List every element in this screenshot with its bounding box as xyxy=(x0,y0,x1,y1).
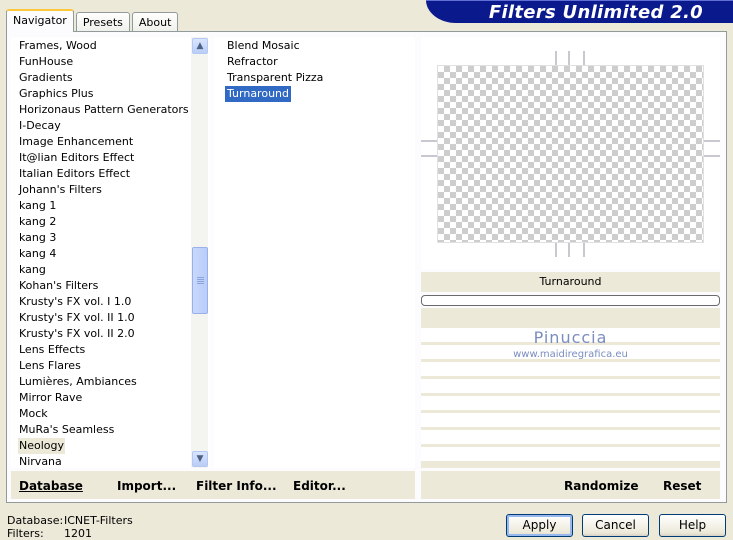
parameter-area: Pinuccia www.maidiregrafica.eu xyxy=(421,308,720,468)
parameter-slot[interactable] xyxy=(421,379,720,393)
category-item[interactable]: Frames, Wood xyxy=(18,38,98,54)
filter-item[interactable]: Transparent Pizza xyxy=(225,70,325,86)
database-button[interactable]: Database xyxy=(19,479,83,493)
category-item[interactable]: kang xyxy=(18,262,47,278)
scroll-up-button[interactable]: ▲ xyxy=(192,38,208,54)
watermark-site: www.maidiregrafica.eu xyxy=(513,349,628,360)
category-item[interactable]: Lens Flares xyxy=(18,358,82,374)
category-item[interactable]: Horizonaus Pattern Generators xyxy=(18,102,190,118)
crop-marker-bottom xyxy=(555,243,557,257)
import-button[interactable]: Import... xyxy=(117,479,176,493)
database-info: Database:ICNET-Filters xyxy=(7,514,133,527)
title-banner: Filters Unlimited 2.0 xyxy=(426,0,733,23)
navigator-action-bar: Database Import... Filter Info... Editor… xyxy=(11,471,415,499)
category-item[interactable]: Johann's Filters xyxy=(18,182,103,198)
crop-marker-top xyxy=(583,51,585,65)
category-item[interactable]: Nirvana xyxy=(18,454,63,468)
reset-button[interactable]: Reset xyxy=(663,479,701,493)
app-title: Filters Unlimited 2.0 xyxy=(488,2,703,23)
crop-marker-left xyxy=(421,155,437,157)
crop-marker-top xyxy=(568,51,570,65)
category-scrollbar[interactable]: ▲ ▼ xyxy=(191,37,208,468)
watermark-name: Pinuccia xyxy=(533,328,608,347)
filter-item[interactable]: Refractor xyxy=(225,54,280,70)
database-info-label: Database: xyxy=(7,514,64,527)
parameter-slot[interactable] xyxy=(421,413,720,427)
category-list[interactable]: Frames, Wood FunHouse Gradients Graphics Pl… xyxy=(11,37,210,468)
filter-item[interactable]: Turnaround xyxy=(225,86,291,102)
parameter-slot[interactable] xyxy=(421,362,720,376)
category-item[interactable]: Mock xyxy=(18,406,49,422)
tab-presets[interactable]: Presets xyxy=(75,12,130,32)
category-item[interactable]: Krusty's FX vol. II 2.0 xyxy=(18,326,136,342)
category-item[interactable]: Graphics Plus xyxy=(18,86,94,102)
crop-marker-right xyxy=(704,140,720,142)
scroll-thumb[interactable] xyxy=(192,247,208,314)
filter-item[interactable]: Blend Mosaic xyxy=(225,38,302,54)
preview-area xyxy=(421,37,720,269)
category-item[interactable]: kang 1 xyxy=(18,198,57,214)
parameter-slot[interactable] xyxy=(421,396,720,410)
parameter-slot[interactable] xyxy=(421,430,720,444)
category-item[interactable]: Kohan's Filters xyxy=(18,278,99,294)
tab-navigator[interactable]: Navigator xyxy=(6,9,74,32)
tab-strip: Navigator Presets About xyxy=(6,9,180,32)
database-label: Database xyxy=(19,479,83,493)
crop-marker-top xyxy=(555,51,557,65)
crop-marker-left xyxy=(421,140,437,142)
crop-marker-bottom xyxy=(568,243,570,257)
database-info-value: ICNET-Filters xyxy=(64,514,133,527)
thumb-grip xyxy=(197,277,204,278)
category-item[interactable]: Mirror Rave xyxy=(18,390,83,406)
preview-action-bar: Randomize Reset xyxy=(421,471,720,499)
apply-button[interactable]: Apply xyxy=(506,514,573,537)
category-item[interactable]: Lumières, Ambiances xyxy=(18,374,138,390)
category-item[interactable]: Italian Editors Effect xyxy=(18,166,131,182)
progress-bar xyxy=(421,295,720,306)
editor-button[interactable]: Editor... xyxy=(293,479,346,493)
filter-info-button[interactable]: Filter Info... xyxy=(196,479,277,493)
category-item[interactable]: Lens Effects xyxy=(18,342,86,358)
help-button[interactable]: Help xyxy=(659,514,726,537)
thumb-grip xyxy=(197,279,204,280)
category-item[interactable]: Image Enhancement xyxy=(18,134,134,150)
category-item[interactable]: kang 3 xyxy=(18,230,57,246)
category-item[interactable]: I-Decay xyxy=(18,118,62,134)
category-item[interactable]: Neology xyxy=(18,438,66,454)
category-item[interactable]: Gradients xyxy=(18,70,74,86)
parameter-slot[interactable] xyxy=(421,447,720,461)
thumb-grip xyxy=(197,281,204,282)
category-item[interactable]: kang 2 xyxy=(18,214,57,230)
filter-name-label: Turnaround xyxy=(421,272,720,292)
tab-about[interactable]: About xyxy=(131,12,179,32)
category-item[interactable]: FunHouse xyxy=(18,54,74,70)
filters-info: Filters: 1201 xyxy=(7,527,92,540)
category-item[interactable]: Krusty's FX vol. II 1.0 xyxy=(18,310,136,326)
category-item[interactable]: MuRa's Seamless xyxy=(18,422,115,438)
category-item[interactable]: It@lian Editors Effect xyxy=(18,150,135,166)
scroll-down-button[interactable]: ▼ xyxy=(192,451,208,467)
preview-canvas[interactable] xyxy=(437,65,704,243)
cancel-button[interactable]: Cancel xyxy=(582,514,649,537)
filters-info-label: Filters: xyxy=(7,527,44,540)
crop-marker-right xyxy=(704,155,720,157)
randomize-button[interactable]: Randomize xyxy=(564,479,638,493)
category-item[interactable]: Krusty's FX vol. I 1.0 xyxy=(18,294,132,310)
crop-marker-bottom xyxy=(583,243,585,257)
thumb-grip xyxy=(197,283,204,284)
filters-info-value: 1201 xyxy=(64,527,92,540)
filter-list[interactable]: Blend Mosaic Refractor Transparent Pizza Tu… xyxy=(214,37,415,468)
category-item[interactable]: kang 4 xyxy=(18,246,57,262)
